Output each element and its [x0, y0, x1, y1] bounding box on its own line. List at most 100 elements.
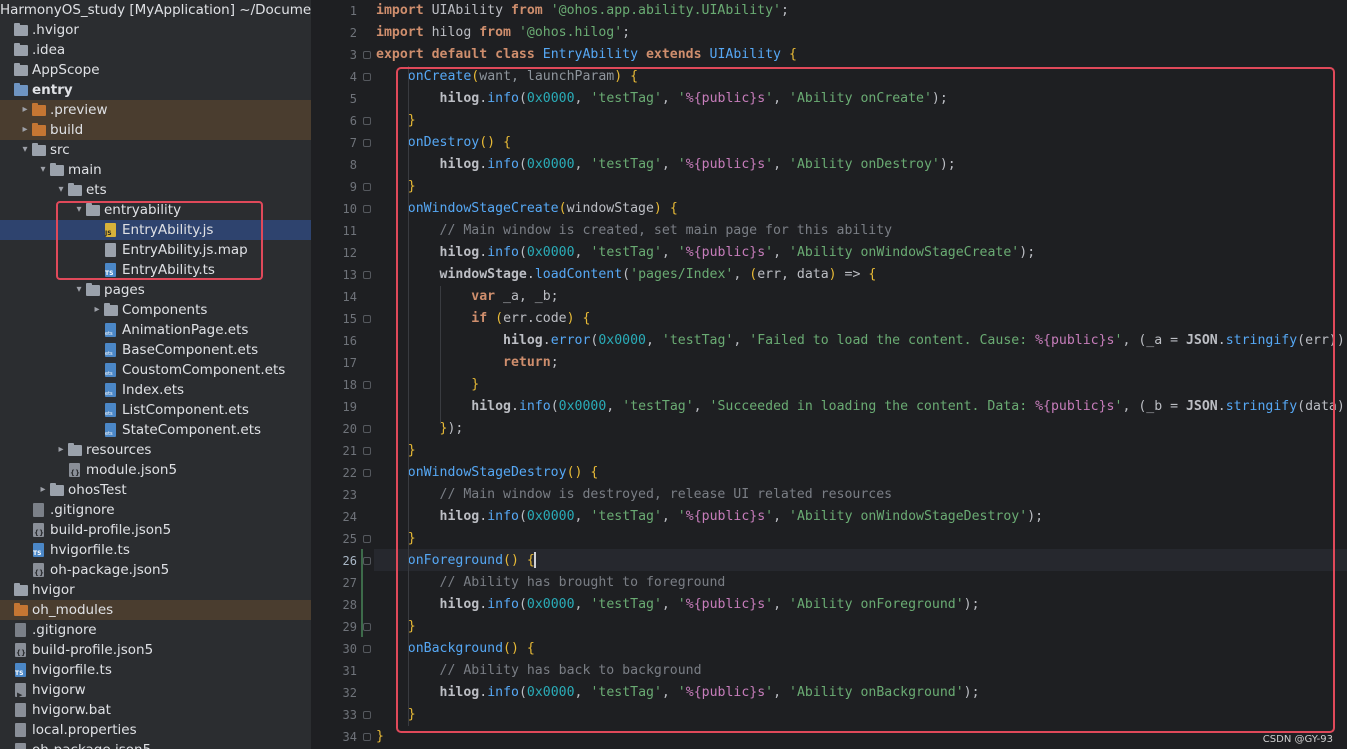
tree-item[interactable]: local.properties — [0, 720, 311, 740]
tree-item[interactable]: ▸ Components — [0, 300, 311, 320]
tree-item[interactable]: oh-package.json5 — [0, 740, 311, 749]
fold-icon[interactable] — [363, 139, 371, 147]
tree-item[interactable]: ▾ src — [0, 140, 311, 160]
tree-item[interactable]: oh-package.json5 — [0, 560, 311, 580]
chevron-right-icon[interactable]: ▸ — [54, 440, 68, 460]
folder-icon — [14, 63, 28, 77]
tree-item[interactable]: Index.ets — [0, 380, 311, 400]
tree-item[interactable]: CoustomComponent.ets — [0, 360, 311, 380]
fold-icon[interactable] — [363, 557, 371, 565]
code-token: ; — [622, 25, 631, 40]
chevron-down-icon[interactable]: ▾ — [72, 280, 86, 300]
fold-icon[interactable] — [363, 117, 371, 125]
tree-item[interactable]: ▸ build — [0, 120, 311, 140]
tree-item[interactable]: .gitignore — [0, 500, 311, 520]
tree-item[interactable]: ▸ ohosTest — [0, 480, 311, 500]
tree-item[interactable]: HarmonyOS_study [MyApplication] ~/Docume — [0, 0, 311, 20]
tree-item[interactable]: ▸ resources — [0, 440, 311, 460]
chevron-down-icon[interactable]: ▾ — [54, 180, 68, 200]
tree-item-label: HarmonyOS_study [MyApplication] ~/Docume — [0, 2, 311, 18]
chevron-right-icon[interactable]: ▸ — [18, 100, 32, 120]
tree-item[interactable]: ▾ ets — [0, 180, 311, 200]
tree-item[interactable]: AppScope — [0, 60, 311, 80]
tree-item[interactable]: hvigorw — [0, 680, 311, 705]
folder-icon — [14, 43, 28, 57]
line-number: 7 — [349, 136, 357, 150]
fold-icon[interactable] — [363, 733, 371, 741]
folder-icon — [50, 163, 64, 177]
fold-icon[interactable] — [363, 381, 371, 389]
tree-item[interactable]: build-profile.json5 — [0, 640, 311, 660]
fold-icon[interactable] — [363, 205, 371, 213]
line-number: 32 — [342, 686, 357, 700]
code-line: import UIAbility from '@ohos.app.ability… — [376, 0, 789, 22]
chevron-right-icon[interactable]: ▸ — [90, 300, 104, 320]
tree-item[interactable]: entry — [0, 80, 311, 100]
code-token: extends — [645, 47, 702, 62]
code-line: } — [376, 726, 384, 748]
line-number: 15 — [342, 312, 357, 326]
file-icon — [104, 323, 118, 337]
chevron-down-icon[interactable]: ▾ — [18, 140, 32, 160]
tree-item-label: CoustomComponent.ets — [122, 362, 286, 378]
tree-item-label: oh-package.json5 — [32, 740, 151, 749]
fold-icon[interactable] — [363, 535, 371, 543]
tree-item-label: hvigorfile.ts — [50, 542, 130, 558]
line-number: 27 — [342, 576, 357, 590]
tree-item[interactable]: hvigorw.bat — [0, 700, 311, 720]
tree-item[interactable]: oh_modules — [0, 600, 311, 620]
tree-item[interactable]: .hvigor — [0, 20, 311, 40]
tree-item-label: .gitignore — [50, 502, 115, 518]
line-number: 10 — [342, 202, 357, 216]
fold-icon[interactable] — [363, 711, 371, 719]
folder-icon — [86, 283, 100, 297]
folder-icon — [14, 23, 28, 37]
code-editor[interactable]: import UIAbility from '@ohos.app.ability… — [374, 0, 1347, 749]
line-number: 9 — [349, 180, 357, 194]
tree-item[interactable]: .idea — [0, 40, 311, 60]
chevron-right-icon[interactable]: ▸ — [36, 480, 50, 500]
tree-item[interactable]: StateComponent.ets — [0, 420, 311, 440]
tree-item-label: hvigorw — [32, 682, 86, 698]
tree-item[interactable]: .gitignore — [0, 620, 311, 640]
tree-item[interactable]: BaseComponent.ets — [0, 340, 311, 360]
highlight-box-entryability — [56, 201, 263, 280]
chevron-right-icon[interactable]: ▸ — [18, 120, 32, 140]
line-number: 2 — [349, 26, 357, 40]
line-number: 1 — [349, 4, 357, 18]
tree-item-label: pages — [104, 282, 145, 298]
tree-item-label: ohosTest — [68, 482, 127, 498]
fold-icon[interactable] — [363, 645, 371, 653]
folder-icon — [68, 443, 82, 457]
fold-icon[interactable] — [363, 315, 371, 323]
fold-icon[interactable] — [363, 73, 371, 81]
chevron-down-icon[interactable]: ▾ — [36, 160, 50, 180]
tree-item[interactable]: ▸ .preview — [0, 100, 311, 120]
tree-item[interactable]: AnimationPage.ets — [0, 320, 311, 340]
tree-item[interactable]: build-profile.json5 — [0, 520, 311, 540]
fold-icon[interactable] — [363, 425, 371, 433]
tree-item[interactable]: hvigor — [0, 580, 311, 600]
tree-item[interactable]: hvigorfile.ts — [0, 540, 311, 560]
fold-icon[interactable] — [363, 623, 371, 631]
tree-item[interactable]: ListComponent.ets — [0, 400, 311, 420]
line-number: 11 — [342, 224, 357, 238]
tree-item[interactable]: ▾ pages — [0, 280, 311, 300]
fold-icon[interactable] — [363, 469, 371, 477]
line-number: 31 — [342, 664, 357, 678]
fold-icon[interactable] — [363, 51, 371, 59]
tree-item[interactable]: module.json5 — [0, 460, 311, 480]
tree-item-label: BaseComponent.ets — [122, 342, 259, 358]
highlight-box-methods — [396, 67, 1335, 733]
tree-item[interactable]: ▾ main — [0, 160, 311, 180]
fold-icon[interactable] — [363, 271, 371, 279]
fold-icon[interactable] — [363, 447, 371, 455]
fold-icon[interactable] — [363, 183, 371, 191]
tree-item[interactable]: hvigorfile.ts — [0, 660, 311, 680]
file-icon — [14, 723, 28, 737]
